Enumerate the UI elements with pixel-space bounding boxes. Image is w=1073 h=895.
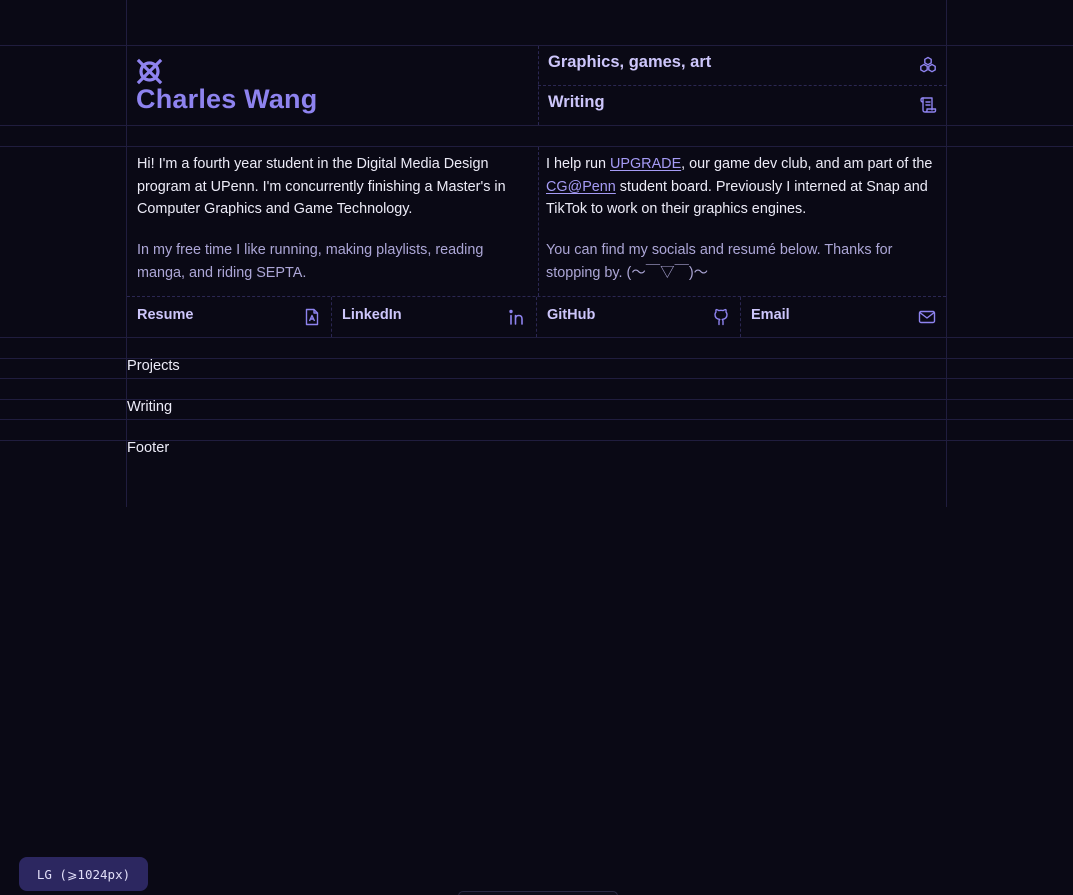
intro-paragraph-work: I help run UPGRADE, our game dev club, a… [546, 153, 941, 221]
cubes-icon [920, 56, 936, 73]
nav-item-label: Graphics, games, art [548, 53, 712, 71]
link-label: GitHub [547, 307, 596, 323]
grid-row-line [0, 146, 1073, 147]
mail-icon [918, 310, 936, 324]
linkedin-icon [509, 309, 523, 325]
resume-link[interactable]: Resume [127, 297, 331, 337]
text-span: , our game dev club, and am part of the [681, 156, 933, 172]
file-document-icon [305, 308, 319, 326]
upgrade-link[interactable]: UPGRADE [610, 156, 681, 172]
projects-section-label: Projects [127, 358, 180, 374]
intro-paragraph-hobbies: In my free time I like running, making p… [137, 242, 484, 281]
grid-row-line [0, 378, 1073, 379]
linkedin-link[interactable]: LinkedIn [332, 297, 536, 337]
github-icon [714, 308, 728, 326]
interlocked-x-logo-icon[interactable] [136, 58, 163, 85]
bottom-toolbar-handle[interactable] [458, 891, 618, 895]
grid-column-line-left [126, 0, 127, 507]
github-link[interactable]: GitHub [537, 297, 740, 337]
nav-item-label: Writing [548, 93, 605, 111]
writing-section-label: Writing [127, 399, 173, 415]
text-span: I help run [546, 156, 610, 172]
cg-penn-link[interactable]: CG@Penn [546, 179, 616, 195]
email-link[interactable]: Email [741, 297, 946, 337]
grid-row-line [0, 419, 1073, 420]
intro-paragraph-thanks: You can find my socials and resumé below… [546, 242, 893, 281]
nav-item-writing[interactable]: Writing [538, 86, 947, 126]
intro-divider [538, 147, 539, 296]
scroll-icon [920, 97, 937, 113]
site-title[interactable]: Charles Wang [136, 84, 317, 115]
link-label: Email [751, 307, 790, 323]
nav-item-graphics[interactable]: Graphics, games, art [538, 46, 947, 86]
grid-row-line [0, 337, 1073, 338]
intro-paragraph: Hi! I'm a fourth year student in the Dig… [137, 156, 506, 217]
link-label: Resume [137, 307, 194, 323]
link-label: LinkedIn [342, 307, 402, 323]
page: Charles Wang Graphics, games, art Writin… [0, 0, 1073, 895]
breakpoint-badge: LG (⩾1024px) [19, 857, 148, 891]
footer-section-label: Footer [127, 440, 170, 456]
